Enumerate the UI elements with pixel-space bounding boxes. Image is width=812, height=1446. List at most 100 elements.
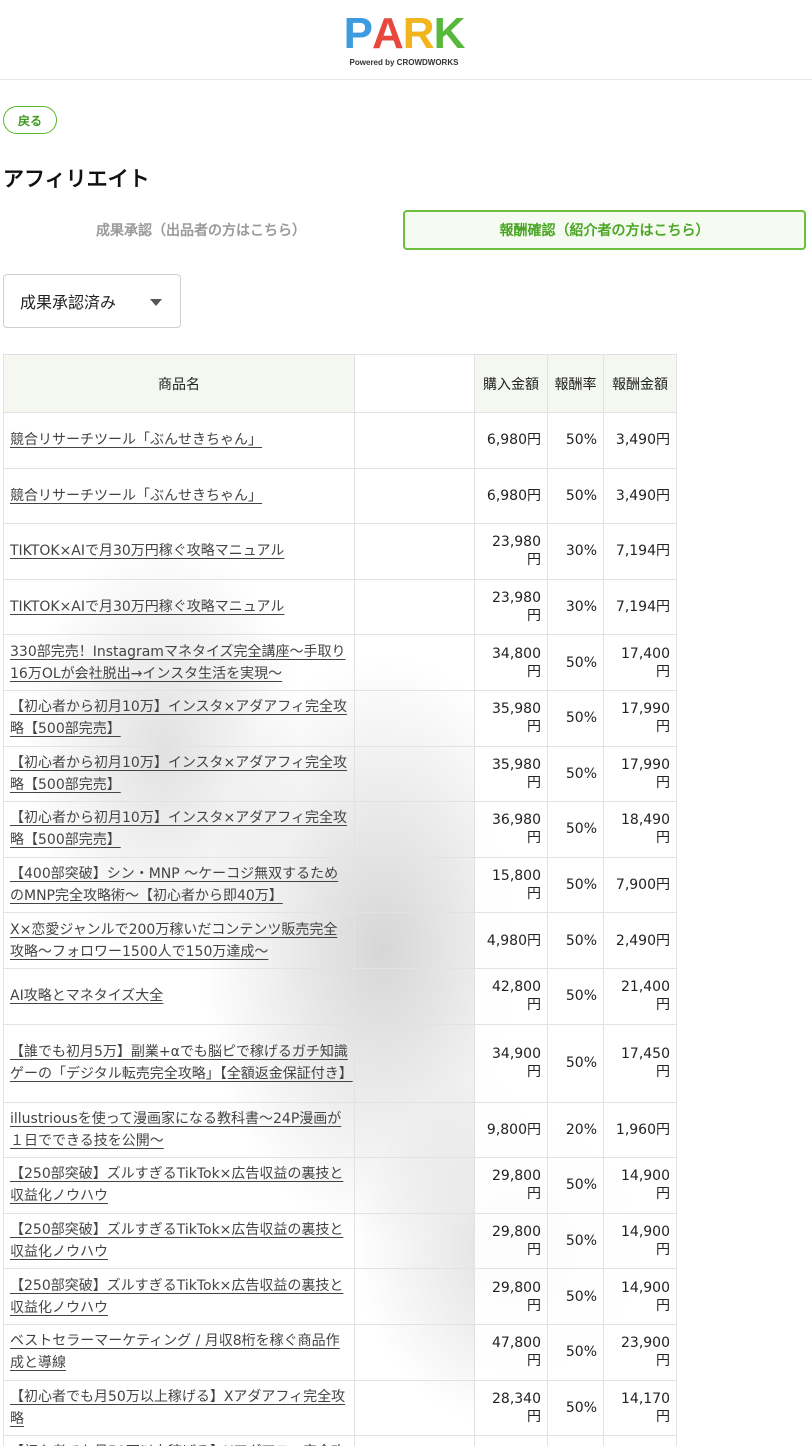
product-name-cell: 【400部突破】シン・MNP 〜ケーコジ無双するためのMNP完全攻略術〜【初心者… [3, 856, 355, 914]
product-link[interactable]: TIKTOK×AIで月30万円稼ぐ攻略マニュアル [10, 599, 284, 615]
spacer-cell [354, 578, 475, 636]
header-purchase-amount: 購入金額 [474, 354, 548, 413]
product-link[interactable]: TIKTOK×AIで月30万円稼ぐ攻略マニュアル [10, 543, 284, 559]
reward-rate-cell: 50% [547, 1157, 604, 1214]
table-row: 【250部突破】ズルすぎるTikTok×広告収益の裏技と収益化ノウハウ 29,80… [3, 1212, 677, 1270]
back-button[interactable]: 戻る [3, 106, 57, 134]
purchase-amount-cell: 34,900円 [474, 1023, 548, 1103]
purchase-amount-cell: 23,980円 [474, 523, 548, 580]
purchase-amount-cell: 34,800円 [474, 634, 548, 691]
purchase-amount-cell: 28,340円 [474, 1435, 548, 1446]
spacer-cell [354, 1212, 475, 1270]
reward-rate-cell: 50% [547, 745, 604, 803]
product-link[interactable]: 【初心者から初月10万】インスタ×アダアフィ完全攻略【500部完売】 [10, 810, 347, 848]
spacer-cell [354, 1023, 475, 1103]
reward-amount-cell: 14,900円 [603, 1268, 677, 1325]
affiliate-table: 商品名 購入金額 報酬率 報酬金額 競合リサーチツール「ぶんせきちゃん」 6,98… [3, 354, 677, 1446]
reward-rate-cell: 50% [547, 967, 604, 1025]
product-link[interactable]: 【250部突破】ズルすぎるTikTok×広告収益の裏技と収益化ノウハウ [10, 1222, 343, 1260]
spacer-cell [354, 689, 475, 747]
reward-rate-cell: 50% [547, 801, 604, 858]
affiliate-table-container[interactable]: 商品名 購入金額 報酬率 報酬金額 競合リサーチツール「ぶんせきちゃん」 6,98… [3, 354, 808, 1446]
reward-rate-cell: 50% [547, 1268, 604, 1325]
spacer-cell [354, 1379, 475, 1437]
spacer-cell [354, 912, 475, 969]
status-filter-select[interactable]: 成果承認済み [3, 274, 181, 328]
spacer-cell [354, 967, 475, 1025]
purchase-amount-cell: 28,340円 [474, 1379, 548, 1437]
purchase-amount-cell: 42,800円 [474, 967, 548, 1025]
table-row: AI攻略とマネタイズ大全 42,800円 50% 21,400円 [3, 967, 677, 1025]
product-name-cell: 【初心者でも月50万以上稼げる】Xアダアフィ完全攻略 [3, 1379, 355, 1437]
table-row: 【250部突破】ズルすぎるTikTok×広告収益の裏技と収益化ノウハウ 29,80… [3, 1268, 677, 1325]
reward-amount-cell: 1,960円 [603, 1101, 677, 1159]
reward-rate-cell: 30% [547, 578, 604, 636]
reward-amount-cell: 17,400円 [603, 634, 677, 691]
purchase-amount-cell: 47,800円 [474, 1323, 548, 1381]
product-link[interactable]: 【初心者でも月50万以上稼げる】Xアダアフィ完全攻略 [10, 1389, 345, 1427]
product-link[interactable]: 【400部突破】シン・MNP 〜ケーコジ無双するためのMNP完全攻略術〜【初心者… [10, 866, 338, 904]
tab-reward-check[interactable]: 報酬確認（紹介者の方はこちら） [403, 210, 806, 250]
table-right-edge [676, 354, 677, 1446]
product-link[interactable]: 【250部突破】ズルすぎるTikTok×広告収益の裏技と収益化ノウハウ [10, 1278, 343, 1316]
reward-rate-cell: 50% [547, 856, 604, 914]
reward-amount-cell: 17,990円 [603, 689, 677, 747]
table-row: 【初心者から初月10万】インスタ×アダアフィ完全攻略【500部完売】 35,980… [3, 689, 677, 747]
reward-rate-cell: 30% [547, 523, 604, 580]
reward-amount-cell: 7,194円 [603, 578, 677, 636]
product-link[interactable]: X×恋愛ジャンルで200万稼いだコンテンツ販売完全攻略〜フォロワー1500人で1… [10, 922, 337, 960]
product-name-cell: 【初心者から初月10万】インスタ×アダアフィ完全攻略【500部完売】 [3, 745, 355, 803]
product-link[interactable]: 【250部突破】ズルすぎるTikTok×広告収益の裏技と収益化ノウハウ [10, 1166, 343, 1204]
product-link[interactable]: 【初心者から初月10万】インスタ×アダアフィ完全攻略【500部完売】 [10, 755, 347, 793]
reward-amount-cell: 21,400円 [603, 967, 677, 1025]
product-name-cell: ベストセラーマーケティング / 月収8桁を稼ぐ商品作成と導線 [3, 1323, 355, 1381]
product-name-cell: 【250部突破】ズルすぎるTikTok×広告収益の裏技と収益化ノウハウ [3, 1157, 355, 1214]
product-name-cell: AI攻略とマネタイズ大全 [3, 967, 355, 1025]
product-link[interactable]: ベストセラーマーケティング / 月収8桁を稼ぐ商品作成と導線 [10, 1333, 340, 1371]
table-row: ベストセラーマーケティング / 月収8桁を稼ぐ商品作成と導線 47,800円 50%… [3, 1323, 677, 1381]
purchase-amount-cell: 6,980円 [474, 412, 548, 469]
product-name-cell: 【初心者から初月10万】インスタ×アダアフィ完全攻略【500部完売】 [3, 689, 355, 747]
tab-seller-approval[interactable]: 成果承認（出品者の方はこちら） [3, 212, 399, 248]
purchase-amount-cell: 23,980円 [474, 578, 548, 636]
product-link[interactable]: 【誰でも初月5万】副業+αでも脳ピで稼げるガチ知識ゲーの「デジタル転売完全攻略」… [10, 1044, 353, 1082]
logo-tagline: Powered by CROWDWORKS [349, 58, 459, 67]
purchase-amount-cell: 35,980円 [474, 745, 548, 803]
app-header: PARK Powered by CROWDWORKS [0, 0, 812, 80]
spacer-cell [354, 1435, 475, 1446]
product-link[interactable]: AI攻略とマネタイズ大全 [10, 988, 163, 1004]
product-link[interactable]: 【初心者から初月10万】インスタ×アダアフィ完全攻略【500部完売】 [10, 699, 347, 737]
table-row: 競合リサーチツール「ぶんせきちゃん」 6,980円 50% 3,490円 [3, 467, 677, 525]
reward-amount-cell: 7,900円 [603, 856, 677, 914]
table-row: 競合リサーチツール「ぶんせきちゃん」 6,980円 50% 3,490円 [3, 412, 677, 469]
reward-rate-cell: 50% [547, 1023, 604, 1103]
park-logo[interactable]: PARK Powered by CROWDWORKS [339, 12, 469, 70]
reward-amount-cell: 7,194円 [603, 523, 677, 580]
spacer-cell [354, 1157, 475, 1214]
product-name-cell: TIKTOK×AIで月30万円稼ぐ攻略マニュアル [3, 578, 355, 636]
table-row: 【250部突破】ズルすぎるTikTok×広告収益の裏技と収益化ノウハウ 29,80… [3, 1157, 677, 1214]
product-link[interactable]: 330部完売！Instagramマネタイズ完全講座〜手取り16万OLが会社脱出→… [10, 644, 346, 682]
header-spacer [354, 354, 475, 413]
header-product-name: 商品名 [3, 354, 355, 413]
page-title: アフィリエイト [3, 167, 150, 191]
table-row: 【初心者から初月10万】インスタ×アダアフィ完全攻略【500部完売】 35,980… [3, 745, 677, 803]
reward-amount-cell: 14,170円 [603, 1435, 677, 1446]
table-row: 【誰でも初月5万】副業+αでも脳ピで稼げるガチ知識ゲーの「デジタル転売完全攻略」… [3, 1023, 677, 1103]
product-link[interactable]: 競合リサーチツール「ぶんせきちゃん」 [10, 432, 262, 448]
purchase-amount-cell: 29,800円 [474, 1157, 548, 1214]
table-row: 【初心者から初月10万】インスタ×アダアフィ完全攻略【500部完売】 36,980… [3, 801, 677, 858]
product-name-cell: 330部完売！Instagramマネタイズ完全講座〜手取り16万OLが会社脱出→… [3, 634, 355, 691]
product-name-cell: 【誰でも初月5万】副業+αでも脳ピで稼げるガチ知識ゲーの「デジタル転売完全攻略」… [3, 1023, 355, 1103]
spacer-cell [354, 1323, 475, 1381]
product-link[interactable]: 競合リサーチツール「ぶんせきちゃん」 [10, 488, 262, 504]
purchase-amount-cell: 29,800円 [474, 1212, 548, 1270]
reward-rate-cell: 50% [547, 689, 604, 747]
purchase-amount-cell: 15,800円 [474, 856, 548, 914]
product-name-cell: 【250部突破】ズルすぎるTikTok×広告収益の裏技と収益化ノウハウ [3, 1268, 355, 1325]
purchase-amount-cell: 4,980円 [474, 912, 548, 969]
product-link[interactable]: illustriousを使って漫画家になる教科書〜24P漫画が１日でできる技を公… [10, 1111, 341, 1149]
table-row: illustriousを使って漫画家になる教科書〜24P漫画が１日でできる技を公… [3, 1101, 677, 1159]
reward-rate-cell: 50% [547, 412, 604, 469]
spacer-cell [354, 1268, 475, 1325]
